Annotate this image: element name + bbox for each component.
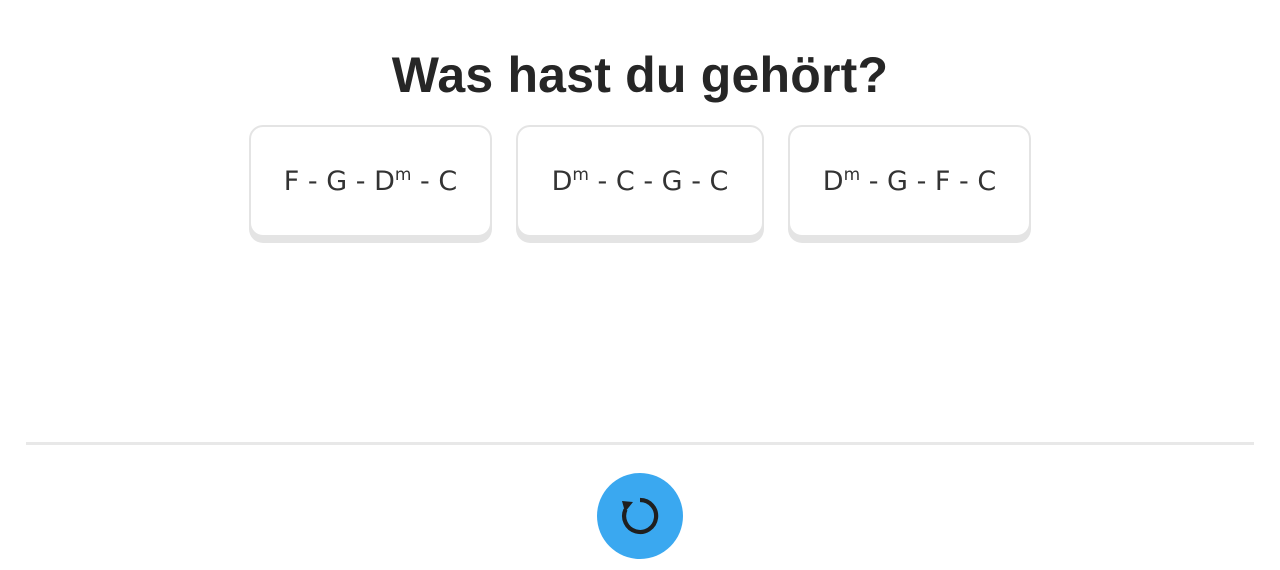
chord-root: D <box>374 165 395 197</box>
chord-quality: m <box>572 164 589 185</box>
chord-root: C <box>438 165 458 197</box>
chord-name: G <box>326 166 347 197</box>
chord-root: D <box>551 165 573 197</box>
chord-separator: - <box>299 165 327 197</box>
divider <box>26 442 1254 445</box>
replay-icon <box>622 497 659 535</box>
chord-name: G <box>887 166 908 197</box>
chord-root: F <box>283 165 300 197</box>
chord-separator: - <box>347 165 375 197</box>
chord-root: G <box>887 165 908 197</box>
chord-root: G <box>661 165 683 197</box>
chord-separator: - <box>907 165 935 197</box>
page-title: Was hast du gehört? <box>391 46 889 103</box>
quiz-screen: Was hast du gehört? F - G - Dm - C Dm - … <box>0 0 1280 570</box>
chord-separator: - <box>634 165 662 197</box>
chord-root: C <box>977 165 997 197</box>
chord-separator: - <box>950 165 978 197</box>
chord-separator: - <box>860 165 888 197</box>
answer-option-2[interactable]: Dm - C - G - C <box>516 125 764 237</box>
chord-name: C <box>438 166 457 197</box>
chord-root: F <box>934 165 951 197</box>
chord-quality: m <box>394 164 412 185</box>
chord-name: F <box>284 166 300 197</box>
chord-root: G <box>326 165 348 197</box>
chord-name: Dm <box>823 166 860 197</box>
chord-separator: - <box>682 165 710 197</box>
chord-name: Dm <box>374 166 411 197</box>
chord-name: G <box>662 166 683 197</box>
chord-root: C <box>709 165 729 197</box>
answer-option-1[interactable]: F - G - Dm - C <box>249 125 492 237</box>
chord-root: C <box>615 165 635 197</box>
chord-separator: - <box>411 165 439 197</box>
chord-name: C <box>977 166 996 197</box>
answer-options: F - G - Dm - C Dm - C - G - C Dm - G - F… <box>0 125 1280 245</box>
chord-name: C <box>710 166 729 197</box>
answer-option-3[interactable]: Dm - G - F - C <box>788 125 1031 237</box>
chord-root: D <box>822 165 844 197</box>
chord-name: C <box>616 166 635 197</box>
chord-separator: - <box>588 165 616 197</box>
chord-name: F <box>935 166 951 197</box>
chord-quality: m <box>843 164 861 185</box>
chord-name: Dm <box>552 166 589 197</box>
replay-button[interactable] <box>597 473 683 559</box>
